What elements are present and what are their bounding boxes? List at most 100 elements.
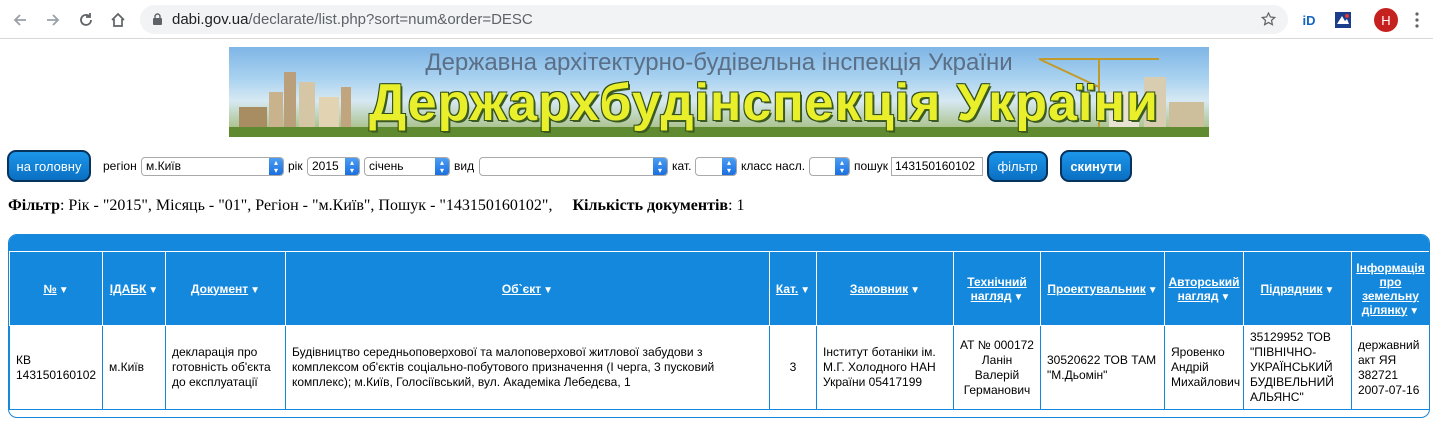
month-select-value: січень bbox=[369, 159, 404, 173]
header-document[interactable]: Документ ▼ bbox=[165, 251, 286, 326]
select-arrows-icon: ▴ ▾ bbox=[269, 158, 283, 175]
region-select[interactable]: м.Київ ▴ ▾ bbox=[141, 157, 284, 176]
extension-id-label: iD bbox=[1302, 12, 1316, 28]
site-banner: Державна архітектурно-будівельна інспекц… bbox=[229, 47, 1209, 137]
sort-triangle-icon: ▼ bbox=[1013, 291, 1024, 303]
filter-button[interactable]: фільтр bbox=[987, 151, 1048, 182]
select-arrows-icon: ▴ ▾ bbox=[835, 158, 849, 175]
reload-icon bbox=[80, 13, 92, 26]
reload-button[interactable] bbox=[74, 8, 98, 32]
select-arrows-icon: ▴ ▾ bbox=[435, 158, 449, 175]
lock-icon bbox=[153, 13, 162, 25]
document-count-label: Кількість документів bbox=[572, 197, 729, 214]
cell-contractor: 35129952 ТОВ "ПІВНІЧНО-УКРАЇНСЬКИЙ БУДІВ… bbox=[1243, 325, 1352, 410]
extension-id-button[interactable]: iD bbox=[1298, 9, 1320, 31]
sort-triangle-icon: ▼ bbox=[1220, 291, 1231, 303]
table-row: КВ 143150160102 м.Київ декларація про го… bbox=[9, 325, 1429, 410]
header-category[interactable]: Кат. ▼ bbox=[769, 251, 817, 326]
address-bar[interactable]: dabi.gov.ua/declarate/list.php?sort=num&… bbox=[140, 5, 1288, 34]
search-input[interactable]: 143150160102 bbox=[891, 157, 983, 176]
banner-title: Держархбудінспекція України bbox=[369, 74, 1159, 132]
sort-link-contractor[interactable]: Підрядник bbox=[1261, 282, 1323, 296]
filter-summary-label: Фільтр bbox=[8, 197, 60, 214]
sort-triangle-icon: ▼ bbox=[1324, 284, 1335, 296]
class-select[interactable]: ▴ ▾ bbox=[809, 157, 850, 176]
sort-link-idabk[interactable]: ІДАБК bbox=[110, 282, 147, 296]
category-select[interactable]: ▴ ▾ bbox=[695, 157, 737, 176]
declarations-table: № ▼ ІДАБК ▼ Документ ▼ Об`єкт ▼ Кат. ▼ Замовн… bbox=[9, 251, 1429, 410]
sort-triangle-icon: ▼ bbox=[58, 284, 69, 296]
sort-triangle-icon: ▼ bbox=[1147, 284, 1158, 296]
year-select[interactable]: 2015 ▴ ▾ bbox=[307, 157, 360, 176]
home-page-button[interactable]: на головну bbox=[7, 150, 91, 182]
cell-customer: Інститут ботаніки ім. М.Г. Холодного НАН… bbox=[816, 325, 954, 410]
table-header-row: № ▼ ІДАБК ▼ Документ ▼ Об`єкт ▼ Кат. ▼ Замовн… bbox=[9, 251, 1429, 326]
month-select[interactable]: січень ▴ ▾ bbox=[364, 157, 450, 176]
header-customer[interactable]: Замовник ▼ bbox=[816, 251, 954, 326]
sort-link-category[interactable]: Кат. bbox=[776, 282, 798, 296]
cell-tech-supervision: АТ № 000172 Ланін Валерій Германович bbox=[953, 325, 1041, 410]
search-label: пошук bbox=[854, 159, 889, 173]
kebab-menu-icon bbox=[1415, 12, 1419, 28]
cell-land-info: державний акт ЯЯ 382721 2007-07-16 bbox=[1351, 325, 1429, 410]
cell-idabk: м.Київ bbox=[102, 325, 166, 410]
forward-arrow-icon bbox=[47, 14, 60, 26]
header-tech-supervision[interactable]: Технічний нагляд ▼ bbox=[953, 251, 1041, 326]
header-contractor[interactable]: Підрядник ▼ bbox=[1243, 251, 1352, 326]
home-button[interactable] bbox=[106, 8, 130, 32]
sort-link-customer[interactable]: Замовник bbox=[850, 282, 908, 296]
cell-category: 3 bbox=[769, 325, 817, 410]
select-arrows-icon: ▴ ▾ bbox=[345, 158, 359, 175]
back-button[interactable] bbox=[8, 8, 32, 32]
region-label: регіон bbox=[103, 159, 137, 173]
header-designer[interactable]: Проектувальник ▼ bbox=[1040, 251, 1165, 326]
type-label: вид bbox=[454, 159, 475, 173]
reset-button[interactable]: скинути bbox=[1060, 150, 1132, 182]
sort-triangle-icon: ▼ bbox=[910, 284, 921, 296]
url-text: dabi.gov.ua/declarate/list.php?sort=num&… bbox=[172, 11, 533, 28]
header-land-info[interactable]: Інформація про земельну ділянку ▼ bbox=[1351, 251, 1429, 326]
cell-document: декларація про готовність об'єкта до екс… bbox=[165, 325, 286, 410]
extension-icon bbox=[1335, 12, 1351, 28]
cell-object: Будівництво середньоповерхової та малопо… bbox=[285, 325, 770, 410]
filter-summary: Фільтр: Рік - "2015", Місяць - "01", Рег… bbox=[8, 197, 745, 215]
sort-link-document[interactable]: Документ bbox=[191, 282, 248, 296]
sort-link-designer[interactable]: Проектувальник bbox=[1047, 282, 1145, 296]
url-path: /declarate/list.php?sort=num&order=DESC bbox=[248, 11, 533, 28]
year-label: рік bbox=[288, 159, 303, 173]
header-object[interactable]: Об`єкт ▼ bbox=[285, 251, 770, 326]
select-arrows-icon: ▴ ▾ bbox=[722, 158, 736, 175]
url-host: dabi.gov.ua bbox=[172, 11, 249, 28]
header-idabk[interactable]: ІДАБК ▼ bbox=[102, 251, 166, 326]
home-icon bbox=[111, 12, 125, 27]
sort-triangle-icon: ▼ bbox=[1409, 305, 1420, 317]
document-count-value: : 1 bbox=[728, 197, 745, 214]
year-select-value: 2015 bbox=[312, 159, 339, 173]
filter-summary-text: : Рік - "2015", Місяць - "01", Регіон - … bbox=[59, 197, 553, 214]
avatar-letter: H bbox=[1381, 12, 1391, 28]
table-top-bar bbox=[9, 235, 1429, 251]
sort-triangle-icon: ▼ bbox=[543, 284, 554, 296]
sort-link-object[interactable]: Об`єкт bbox=[502, 282, 541, 296]
browser-toolbar: dabi.gov.ua/declarate/list.php?sort=num&… bbox=[0, 0, 1433, 39]
sort-triangle-icon: ▼ bbox=[250, 284, 261, 296]
sort-link-num[interactable]: № bbox=[43, 282, 56, 296]
header-author-supervision[interactable]: Авторський нагляд ▼ bbox=[1164, 251, 1244, 326]
bookmark-star-icon[interactable] bbox=[1261, 12, 1276, 27]
cell-num: КВ 143150160102 bbox=[9, 325, 103, 410]
region-select-value: м.Київ bbox=[146, 159, 181, 173]
extension-button[interactable] bbox=[1332, 9, 1354, 31]
type-select[interactable]: ▴ ▾ bbox=[479, 157, 668, 176]
header-num[interactable]: № ▼ bbox=[9, 251, 103, 326]
profile-avatar[interactable]: H bbox=[1374, 8, 1398, 32]
cell-author-supervision: Яровенко Андрій Михайлович bbox=[1164, 325, 1244, 410]
select-arrows-icon: ▴ ▾ bbox=[653, 158, 667, 175]
back-arrow-icon bbox=[13, 14, 26, 26]
sort-triangle-icon: ▼ bbox=[800, 284, 811, 296]
category-label: кат. bbox=[672, 159, 692, 173]
browser-menu-button[interactable] bbox=[1405, 8, 1429, 32]
forward-button[interactable] bbox=[41, 8, 65, 32]
declarations-table-container: № ▼ ІДАБК ▼ Документ ▼ Об`єкт ▼ Кат. ▼ Замовн… bbox=[8, 234, 1430, 418]
cell-designer: 30520622 ТОВ ТАМ "М.Дьомін" bbox=[1040, 325, 1165, 410]
sort-triangle-icon: ▼ bbox=[148, 284, 159, 296]
